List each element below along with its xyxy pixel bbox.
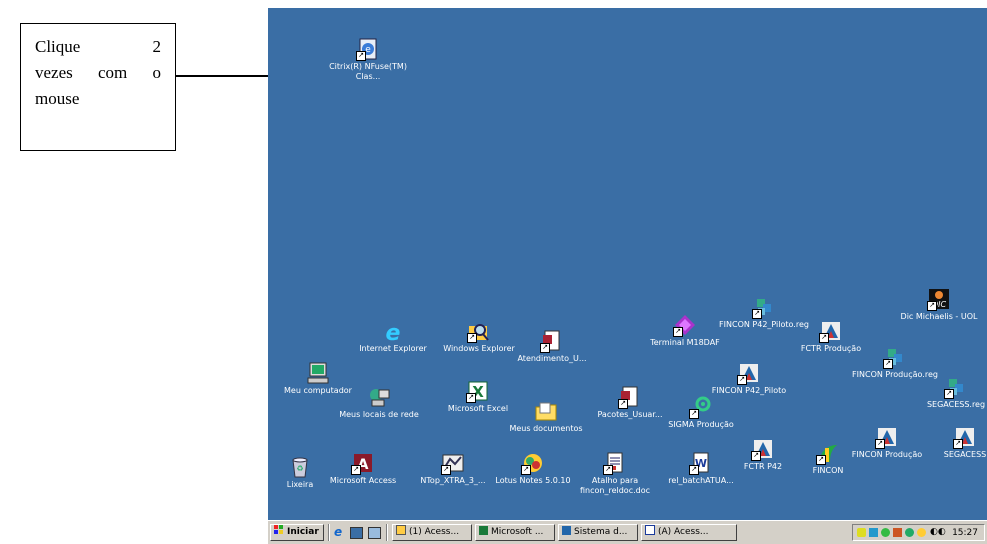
taskbar-task-3[interactable]: Sistema d... (558, 524, 638, 541)
excel-icon: X ↗ (466, 380, 489, 403)
icon-label: Atendimento_U... (517, 354, 587, 363)
taskbar: Iniciar e (1) Acess... Microsoft ... Sis… (268, 520, 987, 544)
icon-label: Microsoft Access (329, 476, 397, 485)
tray-icon-network[interactable] (869, 528, 878, 537)
document-icon: ↗ (618, 386, 641, 409)
icon-label: Meus locais de rede (339, 410, 419, 419)
icon-label: Internet Explorer (359, 344, 427, 353)
fctr-icon: ↗ (819, 320, 842, 343)
desktop-icon-segacess-reg[interactable]: ↗ SEGACESS.reg (911, 376, 987, 410)
svg-text:♻: ♻ (296, 464, 303, 473)
icon-label: Terminal M18DAF (650, 338, 720, 347)
icon-label: SEGACESS.reg (926, 400, 986, 409)
taskbar-separator (328, 524, 330, 541)
instruction-callout: Clique 2 vezes com o mouse (20, 23, 176, 151)
quick-launch-desktop-icon[interactable] (350, 527, 363, 539)
icon-label: FINCON (812, 466, 844, 475)
tray-icon-antivirus[interactable] (881, 528, 890, 537)
desktop-icon-internet-explorer[interactable]: e Internet Explorer (348, 320, 438, 354)
icon-label: Atalho para fincon_reldoc.doc (579, 476, 650, 495)
start-button[interactable]: Iniciar (270, 524, 324, 541)
desktop-icon-microsoft-access[interactable]: A ↗ Microsoft Access (318, 452, 408, 486)
registry-icon: ↗ (752, 296, 775, 319)
desktop-icon-sigma-producao[interactable]: ↗ SIGMA Produção (656, 396, 746, 430)
access-icon: A ↗ (351, 452, 374, 475)
quick-launch-channel-icon[interactable] (368, 527, 381, 539)
word-doc-icon: W ↗ (689, 452, 712, 475)
desktop-icon-atendimento[interactable]: ↗ Atendimento_U... (507, 330, 597, 364)
desktop-icon-lotus-notes[interactable]: ↗ Lotus Notes 5.0.10 (488, 452, 578, 486)
ntop-icon: ↗ (441, 452, 464, 475)
icon-label: NTop_XTRA_3_... (420, 476, 486, 485)
fincon-icon: ↗ (953, 426, 976, 449)
desktop-icon-ntop-xtra[interactable]: ↗ NTop_XTRA_3_... (408, 452, 498, 486)
desktop-icon-citrix[interactable]: e ↗ Citrix(R) NFuse(TM) Clas... (323, 38, 413, 82)
fctr-icon: ↗ (751, 438, 774, 461)
recycle-bin-icon: ♻ (289, 456, 311, 478)
callout-line-1: Clique 2 (35, 37, 161, 56)
icon-label: FINCON Produção (851, 450, 923, 459)
system-tray: ◐◐ 15:27 (852, 524, 985, 541)
desktop-icon-fincon-p42-piloto[interactable]: ↗ FINCON P42_Piloto (704, 362, 794, 396)
sigma-icon: ↗ (689, 396, 712, 419)
icon-label: Meus documentos (509, 424, 583, 433)
icon-label: SIGMA Produção (668, 420, 734, 429)
svg-text:e: e (386, 321, 401, 342)
tray-icon-messenger[interactable] (905, 528, 914, 537)
dictionary-icon: DIC ↗ (927, 288, 950, 311)
desktop-icon-rel-batch[interactable]: W ↗ rel_batchATUA... (656, 452, 746, 486)
registry-icon: ↗ (944, 376, 967, 399)
tray-icon-update[interactable] (917, 528, 926, 537)
callout-line-2: vezes com o (35, 63, 161, 82)
icon-label: Citrix(R) NFuse(TM) Clas... (329, 62, 407, 81)
desktop-icon-fincon-producao-reg[interactable]: ↗ FINCON Produção.reg (850, 346, 940, 380)
tray-icon-speaker[interactable]: ◐◐ (930, 527, 946, 537)
shortcut-doc-icon: ↗ (603, 452, 626, 475)
excel-icon (479, 526, 488, 535)
icon-label: rel_batchATUA... (668, 476, 734, 485)
taskbar-task-2[interactable]: Microsoft ... (475, 524, 555, 541)
search-icon (396, 525, 406, 535)
internet-explorer-icon: e (382, 320, 404, 346)
lotus-notes-icon: ↗ (521, 452, 544, 475)
computer-icon (307, 362, 329, 384)
desktop-icon-meus-locais-de-rede[interactable]: Meus locais de rede (334, 386, 424, 420)
start-label: Iniciar (287, 527, 319, 537)
folder-icon (535, 400, 557, 422)
desktop-icon-meus-documentos[interactable]: Meus documentos (501, 400, 591, 434)
icon-label: Lotus Notes 5.0.10 (495, 476, 571, 485)
registry-icon: ↗ (883, 346, 906, 369)
fincon-icon: ↗ (737, 362, 760, 385)
callout-line-3: mouse (35, 89, 80, 108)
desktop-icon-terminal[interactable]: ↗ Terminal M18DAF (640, 314, 730, 348)
desktop-icon-atalho-fincon-reldoc[interactable]: ↗ Atalho para fincon_reldoc.doc (570, 452, 660, 496)
fincon-green-icon: ↗ (816, 442, 839, 465)
svg-text:e: e (365, 45, 371, 55)
windows-explorer-icon: ↗ (467, 320, 490, 343)
desktop: e ↗ Citrix(R) NFuse(TM) Clas... DIC ↗ Di… (268, 8, 987, 520)
icon-label: SEGACESS (943, 450, 987, 459)
network-icon (368, 386, 390, 408)
taskbar-task-1[interactable]: (1) Acess... (392, 524, 472, 541)
windows-logo-icon (274, 525, 284, 535)
word-icon (645, 525, 655, 535)
icon-label: Dic Michaelis - UOL (900, 312, 978, 321)
app-icon (562, 526, 571, 535)
tray-icon-sync[interactable] (893, 528, 902, 537)
terminal-icon: ↗ (673, 314, 696, 337)
clock: 15:27 (952, 528, 978, 538)
citrix-icon: e ↗ (356, 38, 379, 61)
icon-label: FINCON P42_Piloto (711, 386, 787, 395)
desktop-icon-dic-michaelis[interactable]: DIC ↗ Dic Michaelis - UOL (894, 288, 984, 322)
tray-icon-volume[interactable] (857, 528, 866, 537)
quick-launch-ie-icon[interactable]: e (334, 526, 342, 538)
taskbar-task-4[interactable]: (A) Acess... (641, 524, 737, 541)
desktop-icon-fincon-producao[interactable]: ↗ FINCON Produção (842, 426, 932, 460)
desktop-icon-segacess[interactable]: ↗ SEGACESS (920, 426, 987, 460)
fincon-icon: ↗ (875, 426, 898, 449)
document-icon: ↗ (540, 330, 563, 353)
taskbar-separator (386, 524, 388, 541)
